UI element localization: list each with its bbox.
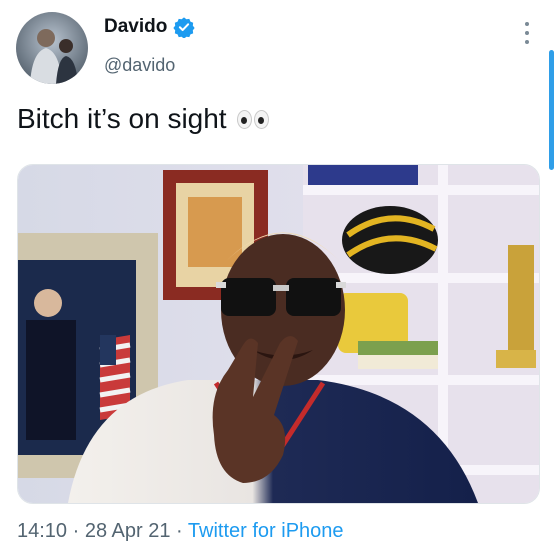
- tweet-text-row: Bitch it’s on sight: [17, 103, 269, 135]
- separator: ·: [72, 520, 80, 542]
- display-name-row[interactable]: Davido: [104, 16, 195, 38]
- scrollbar[interactable]: [549, 50, 554, 170]
- avatar[interactable]: [16, 12, 88, 84]
- verified-badge-icon: [173, 17, 195, 38]
- tweet-source-link[interactable]: Twitter for iPhone: [188, 520, 344, 542]
- display-name[interactable]: Davido: [104, 16, 167, 38]
- more-vertical-icon[interactable]: [522, 22, 532, 44]
- tweet-time[interactable]: 14:10: [17, 520, 67, 542]
- photo-image: [18, 165, 539, 503]
- tweet-date[interactable]: 28 Apr 21: [85, 520, 171, 542]
- separator: ·: [176, 520, 183, 542]
- tweet-metadata: 14:10 · 28 Apr 21 · Twitter for iPhone: [17, 520, 344, 543]
- tweet-media-photo[interactable]: [17, 164, 540, 504]
- tweet-text: Bitch it’s on sight: [17, 103, 227, 134]
- eyes-emoji-icon: [236, 109, 269, 129]
- user-handle[interactable]: @davido: [104, 55, 175, 76]
- avatar-image: [16, 12, 88, 84]
